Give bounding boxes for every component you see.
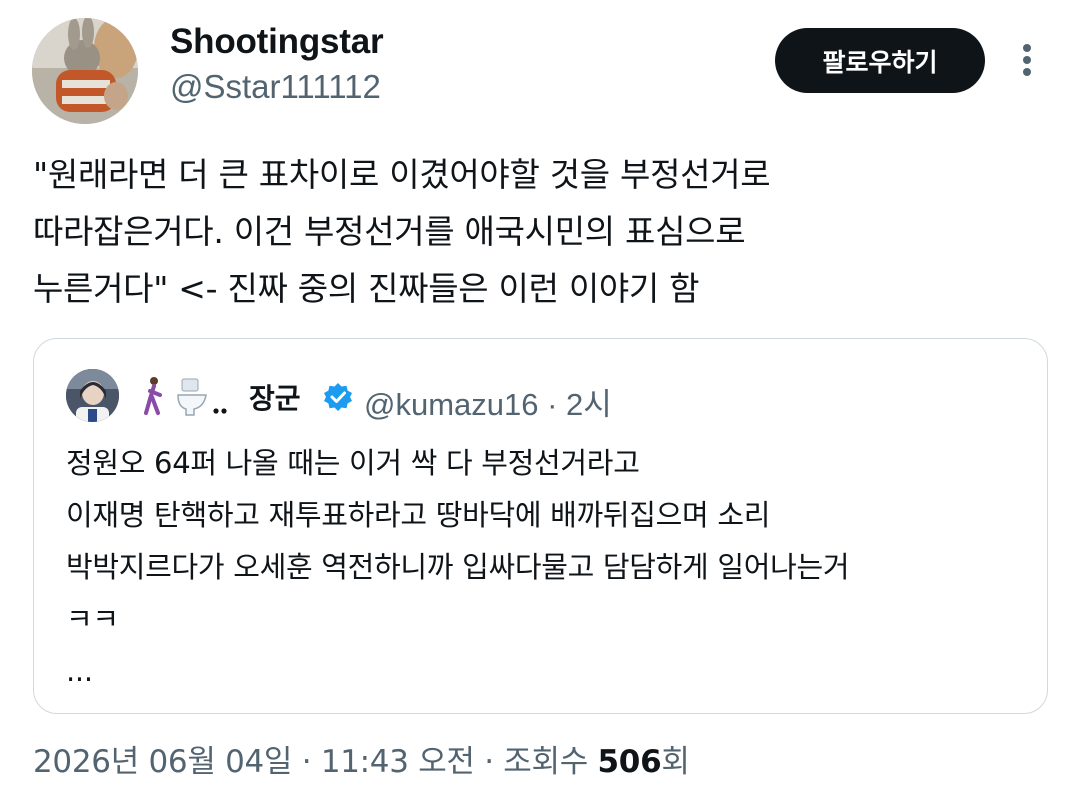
walking-woman-icon: [144, 377, 227, 416]
timestamp-text[interactable]: 2026년 06월 04일 · 11:43 오전 · 조회수: [33, 744, 598, 780]
tweet-meta: 2026년 06월 04일 · 11:43 오전 · 조회수 506회: [33, 736, 690, 781]
more-vertical-icon[interactable]: [1012, 40, 1042, 80]
quoted-author-avatar[interactable]: [66, 369, 119, 422]
author-display-name[interactable]: Shootingstar: [170, 22, 384, 62]
quoted-body-text: 정원오 64퍼 나올 때는 이거 싹 다 부정선거라고 이재명 탄핵하고 재투표…: [66, 446, 850, 688]
author-handle[interactable]: @Sstar111112: [170, 68, 381, 106]
tweet-header: Shootingstar @Sstar111112 팔로우하기: [0, 0, 1080, 140]
verified-badge-icon: [324, 383, 352, 411]
views-count: 506: [597, 744, 662, 780]
quoted-tweet-card[interactable]: 장군 @kumazu16 · 2시 정원오 64퍼 나올 때는 이거 싹 다 부…: [33, 338, 1048, 714]
views-suffix: 회: [661, 744, 690, 780]
follow-button[interactable]: 팔로우하기: [775, 28, 985, 93]
quoted-avatar-image: [66, 369, 119, 422]
author-avatar[interactable]: [32, 18, 138, 124]
quoted-name-emojis: [140, 373, 230, 419]
quoted-display-name[interactable]: 장군: [249, 377, 301, 417]
rabbit-avatar-image: [32, 18, 138, 124]
tweet-body-text: "원래라면 더 큰 표차이로 이겼어야할 것을 부정선거로 따라잡은거다. 이건…: [33, 155, 771, 308]
quoted-handle-time[interactable]: @kumazu16 · 2시: [364, 379, 612, 424]
